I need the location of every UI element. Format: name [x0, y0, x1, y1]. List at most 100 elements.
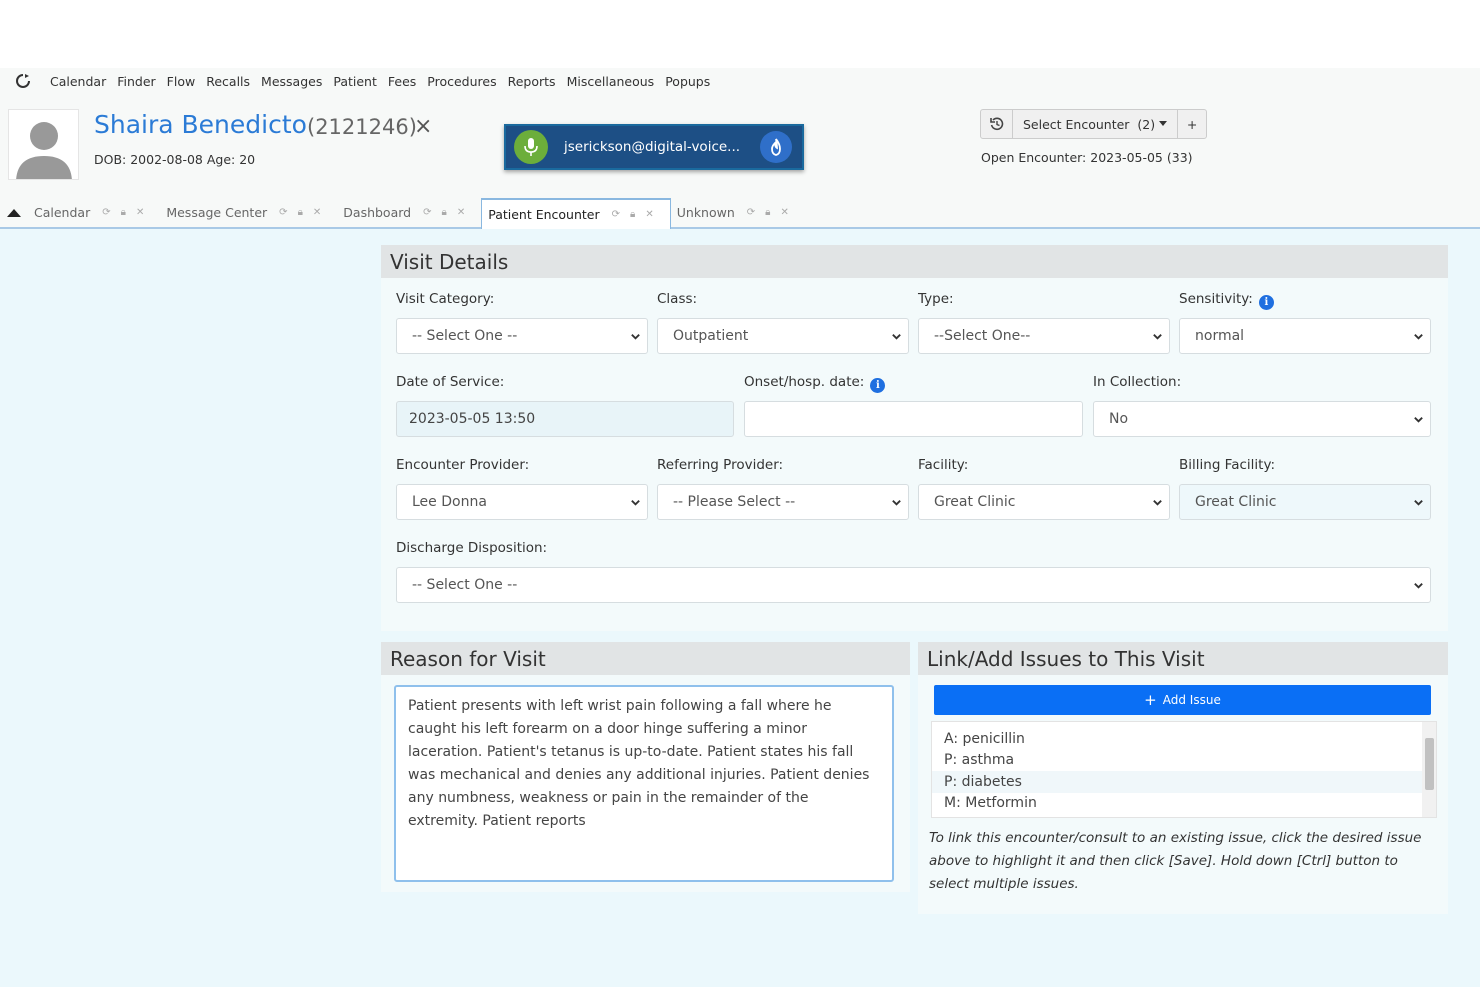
onset-date-label-text: Onset/hosp. date: — [744, 374, 865, 390]
tab-label: Calendar — [34, 205, 91, 220]
discharge-disposition-value: -- Select One -- — [412, 577, 518, 593]
in-collection-value: No — [1109, 411, 1129, 427]
date-of-service-value: 2023-05-05 13:50 — [409, 411, 536, 427]
close-icon[interactable]: ✕ — [457, 207, 465, 218]
menu-finder[interactable]: Finder — [117, 74, 155, 89]
sensitivity-select[interactable]: normal — [1179, 318, 1431, 354]
issues-title: Link/Add Issues to This Visit — [918, 642, 1448, 675]
billing-facility-value: Great Clinic — [1195, 494, 1277, 510]
visit-category-select[interactable]: -- Select One -- — [396, 318, 648, 354]
referring-provider-label: Referring Provider: — [657, 457, 784, 473]
fire-icon[interactable] — [760, 131, 792, 163]
menu-miscellaneous[interactable]: Miscellaneous — [567, 74, 655, 89]
encounter-provider-value: Lee Donna — [412, 494, 487, 510]
close-icon[interactable]: ✕ — [645, 209, 653, 220]
chevron-down-icon — [1414, 334, 1423, 340]
discharge-disposition-select[interactable]: -- Select One -- — [396, 567, 1431, 603]
reason-textarea[interactable]: Patient presents with left wrist pain fo… — [394, 685, 894, 882]
select-encounter-label: Select Encounter — [1023, 116, 1130, 132]
facility-select[interactable]: Great Clinic — [918, 484, 1170, 520]
type-value: --Select One-- — [934, 328, 1031, 344]
issues-list[interactable]: A: penicillin P: asthma P: diabetes M: M… — [931, 721, 1437, 818]
list-item[interactable]: P: diabetes — [932, 771, 1436, 793]
lock-icon[interactable]: 🔒︎ — [298, 207, 303, 218]
in-collection-select[interactable]: No — [1093, 401, 1431, 437]
refresh-icon[interactable]: ⟳ — [279, 207, 287, 218]
close-icon[interactable]: ✕ — [136, 207, 144, 218]
date-of-service-input[interactable]: 2023-05-05 13:50 — [396, 401, 734, 437]
add-issue-button[interactable]: + Add Issue — [934, 685, 1431, 715]
plus-icon: + — [1144, 691, 1157, 709]
menu-calendar[interactable]: Calendar — [50, 74, 106, 89]
menu-fees[interactable]: Fees — [388, 74, 416, 89]
tab-label: Unknown — [676, 205, 735, 220]
info-icon[interactable]: i — [1258, 295, 1274, 310]
type-label: Type: — [918, 291, 954, 307]
close-icon[interactable]: ✕ — [313, 207, 321, 218]
refresh-icon[interactable]: ⟳ — [102, 207, 110, 218]
discharge-disposition-label: Discharge Disposition: — [396, 540, 548, 556]
encounter-selector: Select Encounter (2) + — [980, 109, 1208, 139]
refresh-icon[interactable]: ⟳ — [747, 207, 755, 218]
list-item[interactable]: M: Metformin — [932, 793, 1436, 815]
lock-icon[interactable]: 🔒︎ — [121, 207, 126, 218]
menu-patient[interactable]: Patient — [333, 74, 377, 89]
menu-recalls[interactable]: Recalls — [206, 74, 250, 89]
voice-user: jserickson@digital-voice... — [564, 139, 741, 155]
scrollbar[interactable] — [1422, 722, 1436, 817]
lock-icon[interactable]: 🔒︎ — [442, 207, 447, 218]
refresh-icon[interactable]: ⟳ — [423, 207, 431, 218]
encounter-provider-select[interactable]: Lee Donna — [396, 484, 648, 520]
tab-label: Message Center — [166, 205, 268, 220]
onset-date-input[interactable] — [744, 401, 1083, 437]
lock-icon[interactable]: 🔒︎ — [630, 209, 635, 220]
close-icon[interactable]: ✕ — [781, 207, 789, 218]
tab-unknown[interactable]: Unknown ⟳ 🔒︎ ✕ — [671, 198, 805, 227]
menu-reports[interactable]: Reports — [508, 74, 556, 89]
tab-calendar[interactable]: Calendar ⟳ 🔒︎ ✕ — [28, 198, 160, 227]
list-item[interactable]: A: penicillin — [932, 728, 1436, 750]
scrollbar-thumb[interactable] — [1425, 738, 1434, 790]
chevron-down-icon — [1414, 583, 1423, 589]
refresh-icon[interactable]: ⟳ — [612, 209, 620, 220]
encounter-count: (2) — [1137, 116, 1156, 132]
chevron-down-icon — [631, 500, 640, 506]
tab-patient-encounter[interactable]: Patient Encounter ⟳ 🔒︎ ✕ — [481, 198, 671, 229]
type-select[interactable]: --Select One-- — [918, 318, 1170, 354]
add-encounter-button[interactable]: + — [1178, 110, 1206, 138]
tab-bar: Calendar ⟳ 🔒︎ ✕ Message Center ⟳ 🔒︎ ✕ Dashbo… — [0, 198, 1480, 229]
list-item[interactable]: P: asthma — [932, 750, 1436, 772]
facility-label: Facility: — [918, 457, 969, 473]
chevron-down-icon — [892, 334, 901, 340]
lock-icon[interactable]: 🔒︎ — [765, 207, 770, 218]
menu-flow[interactable]: Flow — [167, 74, 196, 89]
reason-for-visit-title: Reason for Visit — [381, 642, 910, 675]
select-encounter-button[interactable]: Select Encounter (2) — [1013, 110, 1179, 138]
in-collection-label: In Collection: — [1093, 374, 1182, 390]
class-value: Outpatient — [673, 328, 749, 344]
open-encounter: Open Encounter: 2023-05-05 (33) — [981, 150, 1193, 165]
history-icon[interactable] — [981, 110, 1013, 138]
visit-details-title: Visit Details — [381, 245, 1448, 278]
close-patient-icon[interactable]: × — [414, 114, 432, 139]
onset-date-label: Onset/hosp. date: i — [744, 374, 886, 393]
menu-procedures[interactable]: Procedures — [427, 74, 496, 89]
patient-name[interactable]: Shaira Benedicto — [94, 110, 307, 139]
billing-facility-label: Billing Facility: — [1179, 457, 1276, 473]
referring-provider-select[interactable]: -- Please Select -- — [657, 484, 909, 520]
app-logo-icon[interactable] — [14, 72, 32, 90]
user-avatar-icon — [8, 109, 79, 180]
microphone-icon[interactable] — [514, 130, 548, 164]
billing-facility-select[interactable]: Great Clinic — [1179, 484, 1431, 520]
info-icon[interactable]: i — [870, 378, 886, 393]
voice-widget[interactable]: jserickson@digital-voice... — [504, 124, 804, 170]
menu-popups[interactable]: Popups — [665, 74, 710, 89]
menu-messages[interactable]: Messages — [261, 74, 322, 89]
collapse-icon[interactable] — [0, 199, 28, 227]
top-menu: Calendar Finder Flow Recalls Messages Pa… — [0, 68, 1480, 94]
issues-help-note: To link this encounter/consult to an exi… — [929, 830, 1422, 892]
class-select[interactable]: Outpatient — [657, 318, 909, 354]
patient-header: Shaira Benedicto (2121246) × DOB: 2002-0… — [0, 94, 1480, 198]
tab-dashboard[interactable]: Dashboard ⟳ 🔒︎ ✕ — [337, 198, 481, 227]
tab-message-center[interactable]: Message Center ⟳ 🔒︎ ✕ — [160, 198, 337, 227]
